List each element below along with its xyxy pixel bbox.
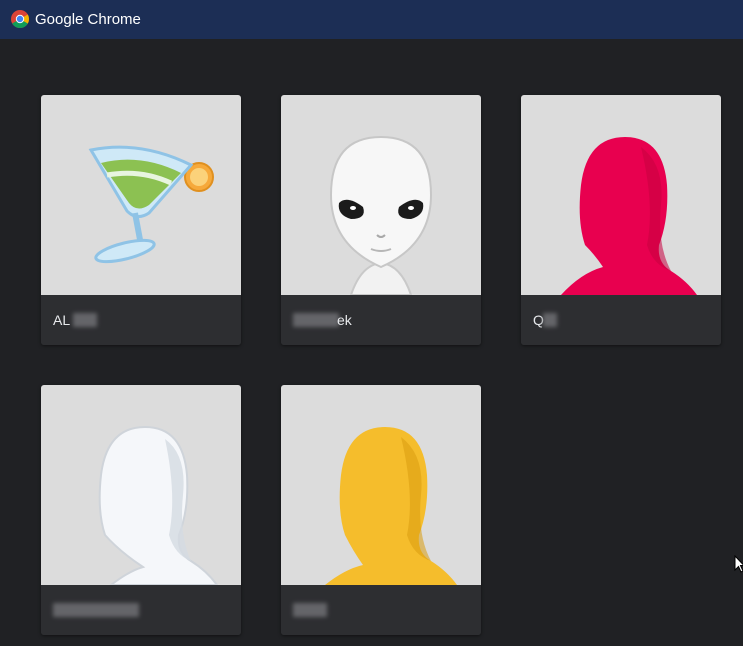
profile-card[interactable]: AL	[41, 95, 241, 345]
redacted-text	[73, 313, 97, 327]
profile-avatar	[281, 385, 481, 585]
profile-avatar	[41, 385, 241, 585]
profile-card[interactable]: ek	[281, 95, 481, 345]
window-titlebar[interactable]: Google Chrome	[0, 0, 743, 39]
profile-name-strip	[281, 585, 481, 635]
profile-card[interactable]	[41, 385, 241, 635]
redacted-text	[293, 313, 339, 327]
profile-avatar	[521, 95, 721, 295]
profile-name-strip: Q	[521, 295, 721, 345]
chrome-icon	[11, 10, 29, 28]
profile-name-strip: AL	[41, 295, 241, 345]
profile-name-strip	[41, 585, 241, 635]
yellow-silhouette-avatar-icon	[325, 427, 457, 585]
profile-avatar	[281, 95, 481, 295]
profile-card[interactable]: Q	[521, 95, 721, 345]
profile-name: AL	[53, 312, 71, 328]
redacted-text	[293, 603, 327, 617]
profile-card[interactable]	[281, 385, 481, 635]
mouse-cursor-icon	[734, 555, 743, 573]
window-title: Google Chrome	[35, 11, 141, 28]
alien-avatar-icon	[329, 135, 433, 295]
cocktail-avatar-icon	[88, 145, 214, 264]
red-silhouette-avatar-icon	[561, 137, 697, 295]
profile-name-strip: ek	[281, 295, 481, 345]
profile-name: ek	[337, 312, 352, 328]
redacted-text	[53, 603, 139, 617]
white-silhouette-avatar-icon	[98, 425, 219, 585]
profile-picker: AL ek Q	[0, 39, 743, 646]
redacted-text	[543, 313, 557, 327]
profile-avatar	[41, 95, 241, 295]
